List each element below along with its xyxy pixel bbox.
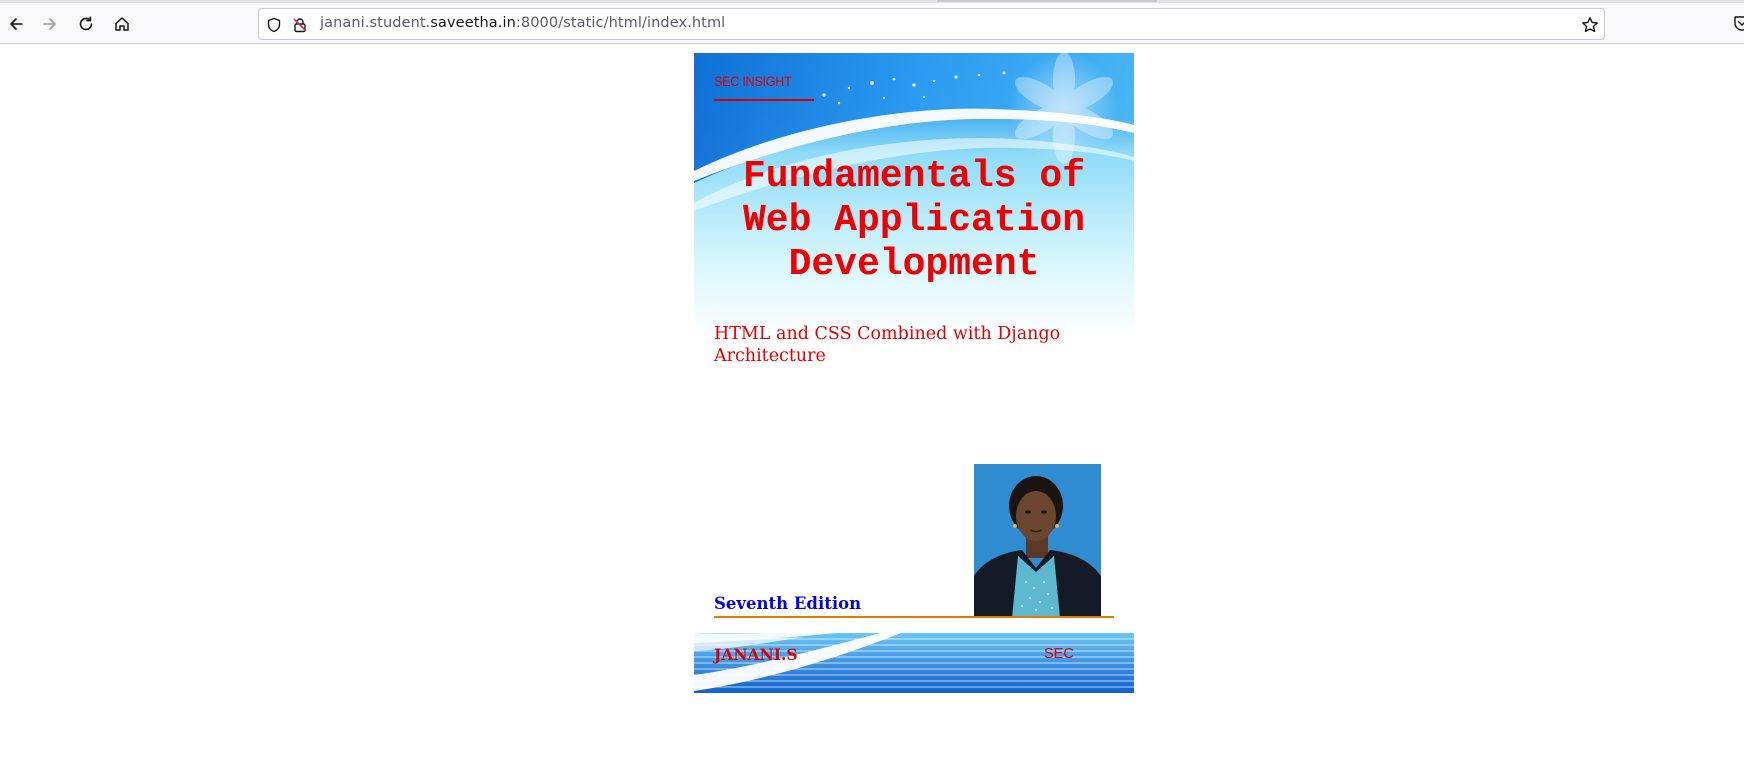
- author-name: JANANI.S: [714, 645, 798, 664]
- title-line-1: Fundamentals of: [742, 155, 1086, 198]
- forward-button[interactable]: [36, 10, 64, 38]
- back-button[interactable]: [2, 10, 30, 38]
- title-line-2: Web Application: [742, 199, 1086, 242]
- bookmark-star-icon[interactable]: [1581, 16, 1599, 34]
- url-suffix: :8000/static/html/index.html: [515, 15, 726, 31]
- shield-icon[interactable]: [265, 16, 283, 34]
- tab-edge[interactable]: [937, 0, 1157, 2]
- home-button[interactable]: [108, 10, 136, 38]
- url-prefix: janani.student.: [320, 15, 431, 31]
- reload-button[interactable]: [72, 10, 100, 38]
- arrow-left-icon: [10, 18, 23, 30]
- author-portrait-image: [974, 464, 1101, 618]
- book-cover: SEC INSIGHT Fundamentals of Web Applicat…: [694, 53, 1134, 693]
- book-subtitle: HTML and CSS Combined with Django Archit…: [714, 324, 1061, 366]
- title-line-3: Development: [788, 243, 1040, 286]
- book-title: Fundamentals of Web Application Developm…: [694, 155, 1134, 287]
- browser-toolbar: janani.student.saveetha.in:8000/static/h…: [0, 0, 1744, 44]
- insecure-lock-icon[interactable]: [291, 16, 309, 34]
- address-bar[interactable]: janani.student.saveetha.in:8000/static/h…: [258, 8, 1605, 40]
- author-photo: [974, 464, 1101, 618]
- reload-icon: [79, 16, 93, 31]
- url-domain: saveetha.in: [430, 15, 516, 31]
- pocket-icon[interactable]: [1733, 14, 1744, 32]
- arrow-right-icon: [43, 18, 56, 30]
- series-label: SEC INSIGHT: [714, 73, 792, 89]
- tab-strip: [0, 0, 1744, 3]
- series-underline: [714, 99, 814, 101]
- publisher-label: SEC: [1044, 646, 1074, 662]
- edition-divider: [714, 616, 1114, 618]
- url-text[interactable]: janani.student.saveetha.in:8000/static/h…: [320, 15, 725, 31]
- edition-label: Seventh Edition: [714, 594, 862, 613]
- home-icon: [115, 17, 129, 31]
